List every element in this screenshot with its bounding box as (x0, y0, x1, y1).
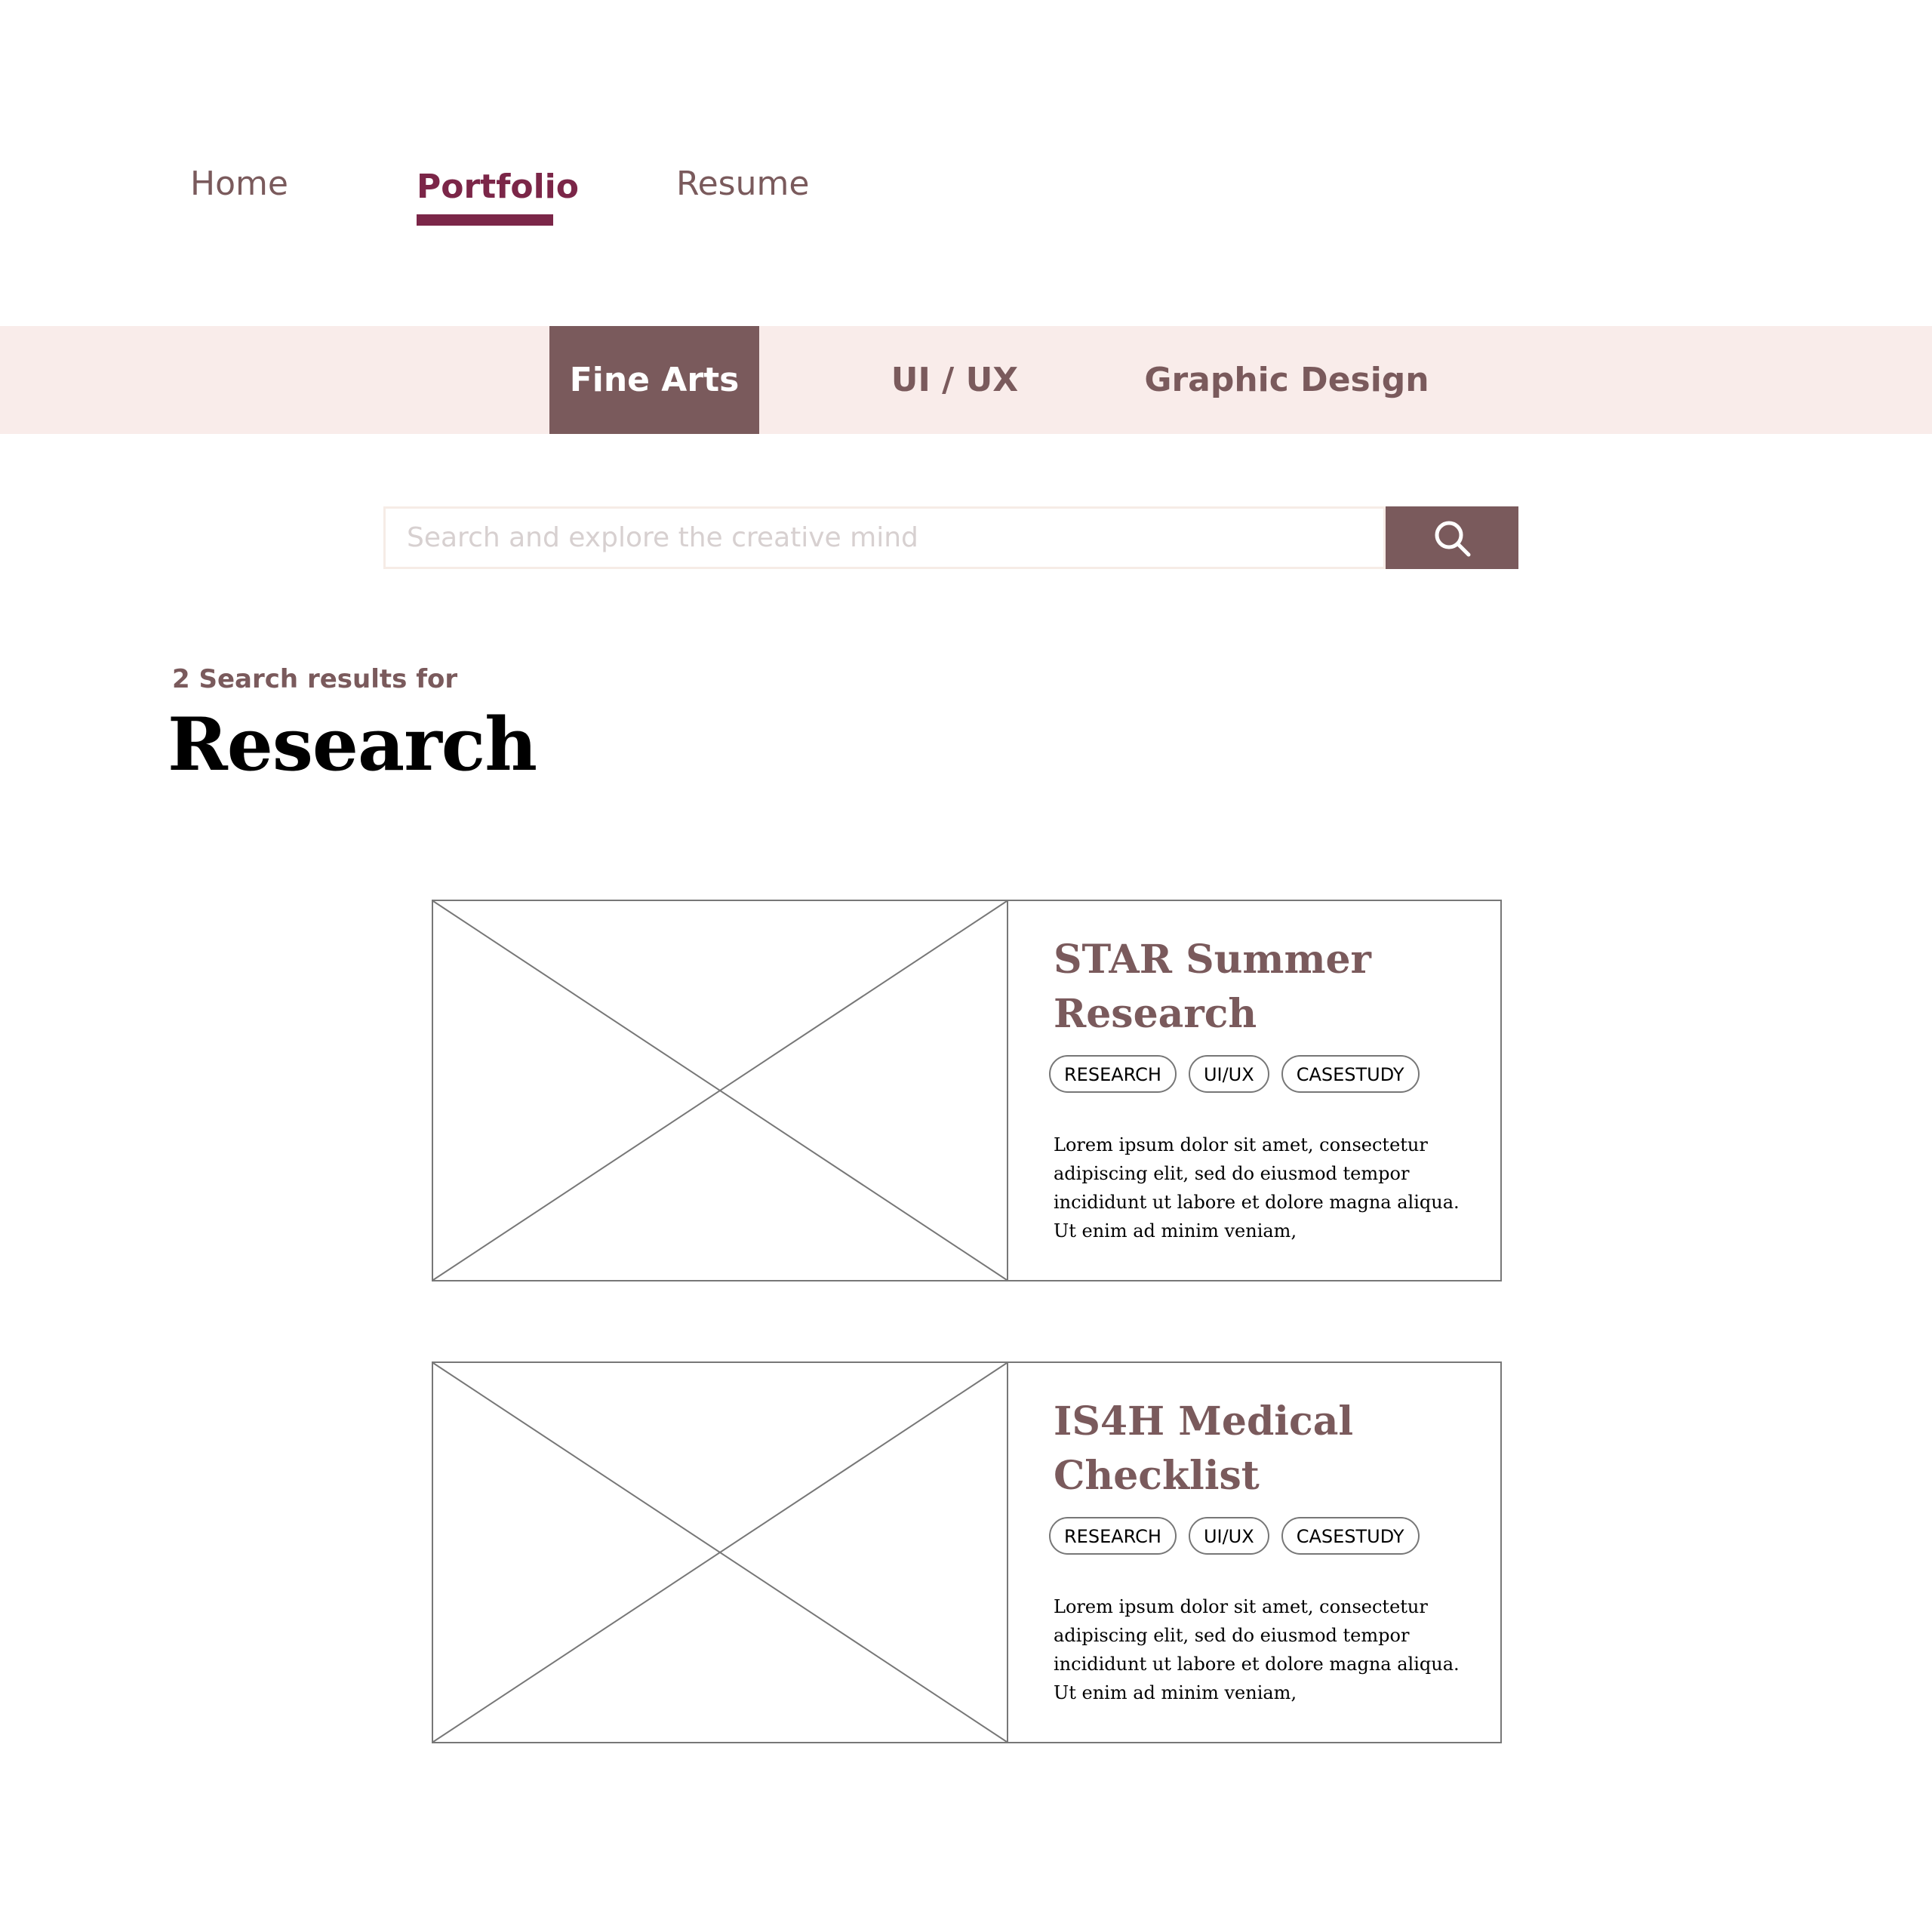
search-input[interactable] (383, 506, 1386, 569)
tag-research[interactable]: RESEARCH (1049, 1517, 1177, 1555)
active-nav-indicator (417, 214, 553, 226)
card-title[interactable]: IS4H Medical Checklist (1054, 1395, 1476, 1503)
nav-link-resume[interactable]: Resume (676, 165, 809, 203)
card-description: Lorem ipsum dolor sit amet, consectetur … (1054, 1134, 1460, 1241)
tag-casestudy[interactable]: CASESTUDY (1281, 1517, 1420, 1555)
result-card[interactable]: IS4H Medical Checklist RESEARCH UI/UX CA… (432, 1361, 1502, 1743)
results-query-heading: Research (168, 702, 537, 787)
card-content: STAR Summer Research RESEARCH UI/UX CASE… (1049, 901, 1491, 1280)
search-button[interactable] (1386, 506, 1518, 569)
search-bar (383, 506, 1518, 569)
image-placeholder-icon (433, 1363, 1008, 1742)
nav-link-home[interactable]: Home (190, 165, 288, 203)
tag-ui-ux[interactable]: UI/UX (1188, 1055, 1269, 1093)
results-count: 2 Search results for (172, 664, 458, 694)
tag-casestudy[interactable]: CASESTUDY (1281, 1055, 1420, 1093)
tag-list: RESEARCH UI/UX CASESTUDY (1049, 1055, 1420, 1093)
card-content: IS4H Medical Checklist RESEARCH UI/UX CA… (1049, 1363, 1491, 1742)
tab-graphic-design[interactable]: Graphic Design (1132, 326, 1441, 434)
tag-list: RESEARCH UI/UX CASESTUDY (1049, 1517, 1420, 1555)
nav-link-portfolio[interactable]: Portfolio (417, 168, 579, 206)
tab-fine-arts[interactable]: Fine Arts (549, 326, 759, 434)
category-tab-bar: Fine Arts UI / UX Graphic Design (0, 326, 1932, 434)
search-icon (1435, 521, 1471, 557)
result-card[interactable]: STAR Summer Research RESEARCH UI/UX CASE… (432, 900, 1502, 1281)
top-navigation: Home Portfolio Resume (0, 0, 1932, 326)
tag-research[interactable]: RESEARCH (1049, 1055, 1177, 1093)
card-description: Lorem ipsum dolor sit amet, consectetur … (1054, 1596, 1460, 1703)
tab-ui-ux[interactable]: UI / UX (853, 326, 1057, 434)
tag-ui-ux[interactable]: UI/UX (1188, 1517, 1269, 1555)
image-placeholder-icon (433, 901, 1008, 1280)
card-title[interactable]: STAR Summer Research (1054, 933, 1476, 1041)
